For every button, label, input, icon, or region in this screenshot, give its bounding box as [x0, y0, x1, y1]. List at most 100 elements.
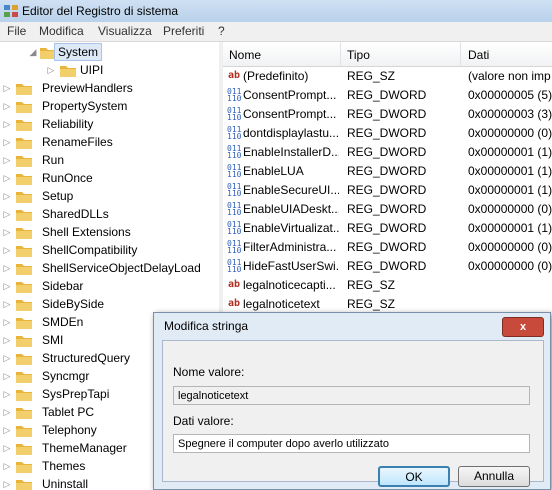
expand-arrow-icon[interactable]: ▷: [2, 133, 12, 151]
expand-arrow-icon[interactable]: ▷: [2, 313, 12, 331]
folder-icon: [16, 82, 32, 95]
value-row[interactable]: ab legalnoticecapti... REG_SZ: [223, 276, 552, 295]
expand-arrow-icon[interactable]: ▷: [2, 277, 12, 295]
close-button[interactable]: x: [502, 317, 544, 337]
value-name-field: legalnoticetext: [173, 386, 530, 405]
expand-arrow-icon[interactable]: ▷: [2, 295, 12, 313]
value-name: ConsentPrompt...: [243, 107, 337, 121]
tree-item-label: Sidebar: [42, 279, 84, 293]
tree-item[interactable]: ▷ Setup: [0, 187, 219, 205]
collapse-arrow-icon[interactable]: ◢: [28, 43, 38, 61]
column-divider[interactable]: [460, 42, 461, 66]
expand-arrow-icon[interactable]: ▷: [2, 97, 12, 115]
value-name: EnableInstallerD...: [243, 145, 339, 159]
expand-arrow-icon[interactable]: ▷: [2, 457, 12, 475]
value-row[interactable]: 011 110 EnableLUA REG_DWORD 0x00000001 (1): [223, 162, 552, 181]
expand-arrow-icon[interactable]: ▷: [2, 349, 12, 367]
expand-arrow-icon[interactable]: ▷: [2, 79, 12, 97]
value-row[interactable]: 011 110 EnableVirtualizat... REG_DWORD 0x000…: [223, 219, 552, 238]
expand-arrow-icon[interactable]: ▷: [2, 259, 12, 277]
value-data: 0x00000000 (0): [468, 126, 552, 140]
expand-arrow-icon[interactable]: ▷: [46, 61, 56, 79]
value-row[interactable]: 011 110 HideFastUserSwi... REG_DWORD 0x00000…: [223, 257, 552, 276]
value-row[interactable]: 011 110 EnableSecureUI... REG_DWORD 0x000000…: [223, 181, 552, 200]
expand-arrow-icon[interactable]: ▷: [2, 367, 12, 385]
value-row[interactable]: 011 110 FilterAdministra... REG_DWORD 0x0000…: [223, 238, 552, 257]
menu-modifica[interactable]: Modifica: [39, 24, 84, 38]
tree-item[interactable]: ▷ SharedDLLs: [0, 205, 219, 223]
expand-arrow-icon[interactable]: ▷: [2, 403, 12, 421]
expand-arrow-icon[interactable]: ▷: [2, 223, 12, 241]
menu-preferiti[interactable]: Preferiti: [163, 24, 204, 38]
expand-arrow-icon[interactable]: ▷: [2, 331, 12, 349]
string-value-icon: ab: [227, 298, 241, 309]
tree-item-label: SMI: [42, 333, 64, 347]
tree-item-label: PropertySystem: [42, 99, 128, 113]
expand-arrow-icon[interactable]: ▷: [2, 385, 12, 403]
value-name: (Predefinito): [243, 69, 309, 83]
tree-item-label: Setup: [42, 189, 74, 203]
dialog-title: Modifica stringa: [164, 319, 249, 333]
tree-item-label: SideBySide: [42, 297, 105, 311]
folder-icon: [16, 352, 32, 365]
expand-arrow-icon[interactable]: ▷: [2, 439, 12, 457]
tree-item[interactable]: ▷ RunOnce: [0, 169, 219, 187]
tree-item[interactable]: ▷ Reliability: [0, 115, 219, 133]
expand-arrow-icon[interactable]: ▷: [2, 187, 12, 205]
menu-file[interactable]: File: [7, 24, 26, 38]
ok-button[interactable]: OK: [378, 466, 450, 487]
expand-arrow-icon[interactable]: ▷: [2, 241, 12, 259]
value-type: REG_DWORD: [347, 145, 427, 159]
value-name: FilterAdministra...: [243, 240, 337, 254]
column-divider[interactable]: [340, 42, 341, 66]
value-data-input[interactable]: Spegnere il computer dopo averlo utilizz…: [173, 434, 530, 453]
value-row[interactable]: 011 110 EnableUIADeskt... REG_DWORD 0x000000…: [223, 200, 552, 219]
tree-item[interactable]: ▷ Shell Extensions: [0, 223, 219, 241]
value-data: 0x00000000 (0): [468, 202, 552, 216]
folder-icon: [16, 226, 32, 239]
tree-item[interactable]: ▷ PropertySystem: [0, 97, 219, 115]
value-type: REG_DWORD: [347, 183, 427, 197]
tree-item[interactable]: ▷ Run: [0, 151, 219, 169]
value-row[interactable]: 011 110 ConsentPrompt... REG_DWORD 0x0000000…: [223, 86, 552, 105]
folder-icon: [16, 280, 32, 293]
tree-item[interactable]: ▷ UIPI: [0, 61, 219, 79]
tree-item[interactable]: ◢ System: [0, 43, 219, 61]
menu-visualizza[interactable]: Visualizza: [98, 24, 152, 38]
tree-item[interactable]: ▷ PreviewHandlers: [0, 79, 219, 97]
folder-icon: [16, 262, 32, 275]
value-type: REG_DWORD: [347, 240, 427, 254]
value-row[interactable]: 011 110 dontdisplaylastu... REG_DWORD 0x0000…: [223, 124, 552, 143]
expand-arrow-icon[interactable]: ▷: [2, 115, 12, 133]
value-row[interactable]: 011 110 ConsentPrompt... REG_DWORD 0x0000000…: [223, 105, 552, 124]
expand-arrow-icon[interactable]: ▷: [2, 421, 12, 439]
column-header-dati[interactable]: Dati: [468, 48, 489, 62]
folder-icon: [60, 64, 76, 77]
value-name: dontdisplaylastu...: [243, 126, 339, 140]
tree-item[interactable]: ▷ SideBySide: [0, 295, 219, 313]
column-header-nome[interactable]: Nome: [229, 48, 261, 62]
dialog-body: Nome valore: legalnoticetext Dati valore…: [162, 340, 544, 487]
tree-item[interactable]: ▷ Sidebar: [0, 277, 219, 295]
menu-bar: File Modifica Visualizza Preferiti ?: [0, 22, 552, 42]
binary-value-icon: 011 110: [227, 220, 242, 236]
folder-icon: [16, 406, 32, 419]
tree-item[interactable]: ▷ ShellCompatibility: [0, 241, 219, 259]
expand-arrow-icon[interactable]: ▷: [2, 475, 12, 490]
value-type: REG_SZ: [347, 69, 396, 83]
tree-item[interactable]: ▷ RenameFiles: [0, 133, 219, 151]
value-row[interactable]: 011 110 EnableInstallerD... REG_DWORD 0x0000…: [223, 143, 552, 162]
column-header-tipo[interactable]: Tipo: [347, 48, 370, 62]
value-data: (valore non imp: [468, 69, 551, 83]
expand-arrow-icon[interactable]: ▷: [2, 205, 12, 223]
string-value-icon: ab: [227, 70, 241, 81]
cancel-button[interactable]: Annulla: [458, 466, 530, 487]
value-row[interactable]: ab (Predefinito) REG_SZ (valore non imp: [223, 67, 552, 86]
menu-help[interactable]: ?: [218, 24, 225, 38]
binary-value-icon: 011 110: [227, 87, 242, 103]
expand-arrow-icon[interactable]: ▷: [2, 151, 12, 169]
folder-icon: [16, 442, 32, 455]
title-bar: Editor del Registro di sistema: [0, 0, 552, 22]
expand-arrow-icon[interactable]: ▷: [2, 169, 12, 187]
tree-item[interactable]: ▷ ShellServiceObjectDelayLoad: [0, 259, 219, 277]
